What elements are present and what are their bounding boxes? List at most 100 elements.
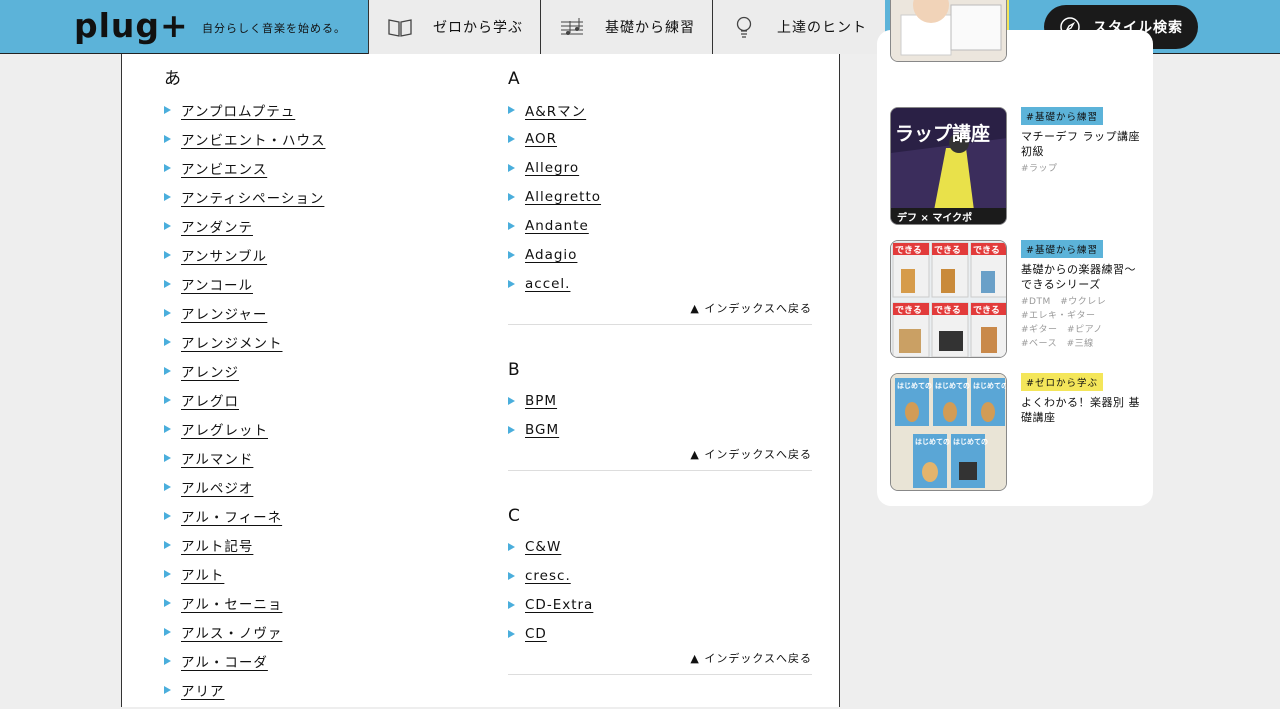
glossary-term-link[interactable]: アル・セーニョ [181, 593, 282, 613]
glossary-term[interactable]: Andante [508, 211, 812, 240]
glossary-term-link[interactable]: C&W [525, 539, 561, 555]
glossary-term-link[interactable]: Allegro [525, 160, 579, 176]
glossary-term[interactable]: アル・コーダ [164, 646, 464, 675]
site-logo[interactable]: plug+ [74, 6, 189, 45]
glossary-term[interactable]: アンサンブル [164, 240, 464, 269]
glossary-term-link[interactable]: アレンジメント [181, 332, 283, 352]
glossary-term[interactable]: Allegro [508, 153, 812, 182]
thumbnail-title: できる [934, 305, 961, 316]
article-subtags: #DTM #ウクレレ #エレキ・ギター #ギター #ピアノ #ベース #三線 [1021, 295, 1143, 351]
article-card[interactable]: ラップ講座 デフ × マイクポ #基礎から練習 マチーデフ ラップ講座 初級 #… [890, 107, 1140, 227]
glossary-term-link[interactable]: アンプロムプテュ [181, 100, 295, 120]
glossary-term-link[interactable]: CD [525, 626, 547, 642]
glossary-term[interactable]: アンダンテ [164, 211, 464, 240]
glossary-term-link[interactable]: アンダンテ [181, 216, 253, 236]
glossary-term-link[interactable]: アルマンド [181, 448, 253, 468]
glossary-term[interactable]: アレグロ [164, 385, 464, 414]
glossary-term[interactable]: cresc. [508, 561, 812, 590]
category-tag[interactable]: #基礎から練習 [1021, 107, 1103, 125]
glossary-term-link[interactable]: アンティシペーション [181, 187, 324, 207]
glossary-term-link[interactable]: アルス・ノヴァ [181, 622, 282, 642]
glossary-term[interactable]: アル・セーニョ [164, 588, 464, 617]
article-card[interactable]: はじめての はじめての はじめての はじめての はじめての #ゼロから学ぶ よく… [890, 373, 1140, 493]
glossary-term-link[interactable]: アンサンブル [181, 245, 267, 265]
glossary-term[interactable]: A&Rマン [508, 95, 812, 124]
glossary-term-link[interactable]: BGM [525, 422, 559, 438]
glossary-term[interactable]: AOR [508, 124, 812, 153]
glossary-term[interactable]: Allegretto [508, 182, 812, 211]
glossary-term-link[interactable]: アレンジャー [181, 303, 267, 323]
nav-kiso-kara-renshu[interactable]: 基礎から練習 [540, 0, 713, 54]
glossary-term-link[interactable]: アルト [181, 564, 224, 584]
subtag-row[interactable]: #DTM #ウクレレ [1021, 295, 1143, 309]
triangle-bullet-icon [164, 134, 171, 143]
subtag-row[interactable]: #ギター #ピアノ [1021, 323, 1143, 337]
glossary-term-link[interactable]: cresc. [525, 568, 571, 584]
glossary-term-link[interactable]: BPM [525, 393, 557, 409]
glossary-term-link[interactable]: アル・フィーネ [181, 506, 282, 526]
glossary-term[interactable]: アレンジ [164, 356, 464, 385]
glossary-term[interactable]: BPM [508, 386, 812, 415]
subtag-row[interactable]: #エレキ・ギター [1021, 309, 1143, 323]
glossary-term[interactable]: CD-Extra [508, 590, 812, 619]
glossary-term-link[interactable]: Adagio [525, 247, 577, 263]
glossary-term-link[interactable]: アンビエント・ハウス [181, 129, 325, 149]
thumbnail-subtitle: デフ × マイクポ [897, 211, 972, 224]
subtag[interactable]: #ラップ [1021, 162, 1143, 176]
glossary-term-link[interactable]: アルト記号 [181, 535, 253, 555]
glossary-term-link[interactable]: CD-Extra [525, 597, 593, 613]
glossary-term[interactable]: アルト記号 [164, 530, 464, 559]
back-to-index-link[interactable]: ▲ インデックスへ戻る [508, 298, 812, 320]
glossary-term-link[interactable]: アルペジオ [181, 477, 253, 497]
glossary-term-link[interactable]: アレグレット [181, 419, 268, 439]
glossary-term-link[interactable]: アンコール [181, 274, 253, 294]
article-thumbnail [890, 0, 1007, 62]
subtag-row[interactable]: #ベース #三線 [1021, 337, 1143, 351]
nav-joutatsu-no-hint[interactable]: 上達のヒント [712, 0, 885, 54]
article-card[interactable]: できる できる できる できる できる できる #基礎から練習 基礎からの楽器練… [890, 240, 1140, 360]
glossary-term[interactable]: アルマンド [164, 443, 464, 472]
article-title[interactable]: マチーデフ ラップ講座 初級 [1021, 129, 1143, 159]
glossary-term[interactable]: Adagio [508, 240, 812, 269]
glossary-term[interactable]: アンティシペーション [164, 182, 464, 211]
category-tag[interactable]: #ゼロから学ぶ [1021, 373, 1103, 391]
glossary-term[interactable]: アレンジメント [164, 327, 464, 356]
glossary-section-c: C C&W cresc. CD-Extra CD ▲ インデックスへ戻る [508, 505, 812, 675]
glossary-term[interactable]: アル・フィーネ [164, 501, 464, 530]
glossary-term-link[interactable]: アレンジ [181, 361, 239, 381]
glossary-term[interactable]: アンビエンス [164, 153, 464, 182]
glossary-term[interactable]: アレグレット [164, 414, 464, 443]
glossary-term-link[interactable]: A&Rマン [525, 100, 586, 120]
glossary-term-link[interactable]: AOR [525, 131, 557, 147]
nav-zero-kara-manabu[interactable]: ゼロから学ぶ [368, 0, 541, 54]
glossary-term[interactable]: アルペジオ [164, 472, 464, 501]
glossary-term-link[interactable]: アリア [181, 680, 225, 700]
glossary-term-link[interactable]: Andante [525, 218, 589, 234]
glossary-term[interactable]: アレンジャー [164, 298, 464, 327]
glossary-term-link[interactable]: Allegretto [525, 189, 601, 205]
article-title[interactable]: よくわかる！楽器別 基礎講座 [1021, 395, 1143, 425]
back-to-index-link[interactable]: ▲ インデックスへ戻る [508, 444, 812, 466]
glossary-term[interactable]: アンビエント・ハウス [164, 124, 464, 153]
glossary-term[interactable]: アンコール [164, 269, 464, 298]
article-card-top-partial[interactable] [890, 0, 1140, 62]
glossary-term[interactable]: accel. [508, 269, 812, 298]
category-tag[interactable]: #基礎から練習 [1021, 240, 1103, 258]
glossary-term[interactable]: アリア [164, 675, 464, 704]
article-title[interactable]: 基礎からの楽器練習～できるシリーズ [1021, 262, 1143, 292]
triangle-bullet-icon [508, 192, 515, 201]
glossary-term-link[interactable]: アル・コーダ [181, 651, 268, 671]
thumbnail-title: できる [895, 245, 922, 256]
glossary-term-link[interactable]: accel. [525, 276, 570, 292]
glossary-term[interactable]: アンプロムプテュ [164, 95, 464, 124]
triangle-bullet-icon [164, 540, 171, 549]
glossary-term-link[interactable]: アレグロ [181, 390, 239, 410]
thumbnail-title: できる [895, 305, 922, 316]
glossary-term[interactable]: CD [508, 619, 812, 648]
glossary-term[interactable]: アルス・ノヴァ [164, 617, 464, 646]
glossary-term-link[interactable]: アンビエンス [181, 158, 267, 178]
glossary-term[interactable]: BGM [508, 415, 812, 444]
back-to-index-link[interactable]: ▲ インデックスへ戻る [508, 648, 812, 670]
glossary-term[interactable]: C&W [508, 532, 812, 561]
glossary-term[interactable]: アルト [164, 559, 464, 588]
